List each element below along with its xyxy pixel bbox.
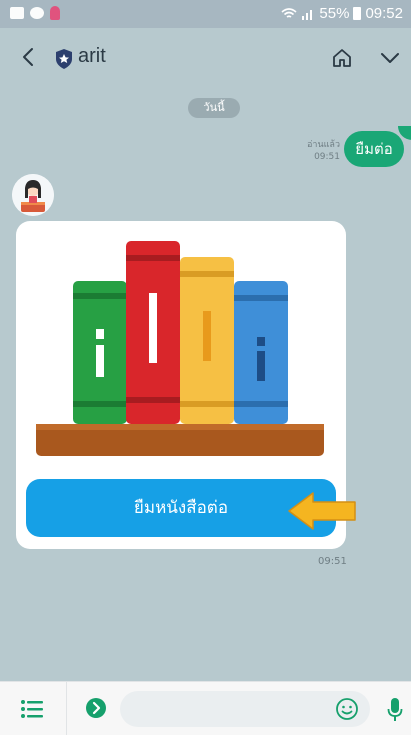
menu-list-icon[interactable] (20, 699, 44, 719)
expand-actions-button[interactable] (86, 698, 106, 718)
chat-header: arit (0, 28, 411, 88)
battery-percent: 55% (319, 5, 350, 22)
back-arrow-icon[interactable] (18, 46, 40, 68)
librarian-avatar-icon (12, 174, 54, 216)
chat-notification-icon (30, 7, 44, 19)
outgoing-message-bubble[interactable]: ยืมต่อ (344, 131, 404, 167)
wifi-icon (281, 7, 297, 18)
message-meta: อ่านแล้ว 09:51 (290, 139, 340, 163)
date-separator: วันนี้ (188, 98, 240, 118)
read-receipt: อ่านแล้ว (307, 140, 340, 150)
message-input[interactable] (120, 691, 370, 727)
composer-bar (0, 681, 411, 735)
microphone-icon[interactable] (387, 697, 403, 723)
chevron-right-icon (92, 701, 101, 715)
verified-shield-icon (56, 49, 72, 69)
chat-title: arit (78, 45, 106, 67)
emoji-icon[interactable] (335, 697, 359, 721)
chevron-down-icon[interactable] (379, 50, 401, 66)
gallery-notification-icon (10, 7, 24, 19)
app-notification-icon (50, 6, 60, 20)
composer-divider (66, 682, 67, 735)
signal-icon (302, 9, 313, 20)
status-time: 09:52 (365, 5, 403, 22)
books-illustration (36, 241, 324, 456)
bot-avatar[interactable] (12, 174, 54, 216)
battery-icon (353, 7, 362, 20)
card-time: 09:51 (318, 556, 347, 567)
status-notifications (10, 6, 60, 20)
status-bar: 55% 09:52 (0, 0, 411, 28)
home-icon[interactable] (330, 46, 354, 70)
message-time: 09:51 (314, 152, 340, 162)
pointing-arrow-icon (288, 492, 356, 530)
status-system: 55% 09:52 (281, 5, 403, 22)
